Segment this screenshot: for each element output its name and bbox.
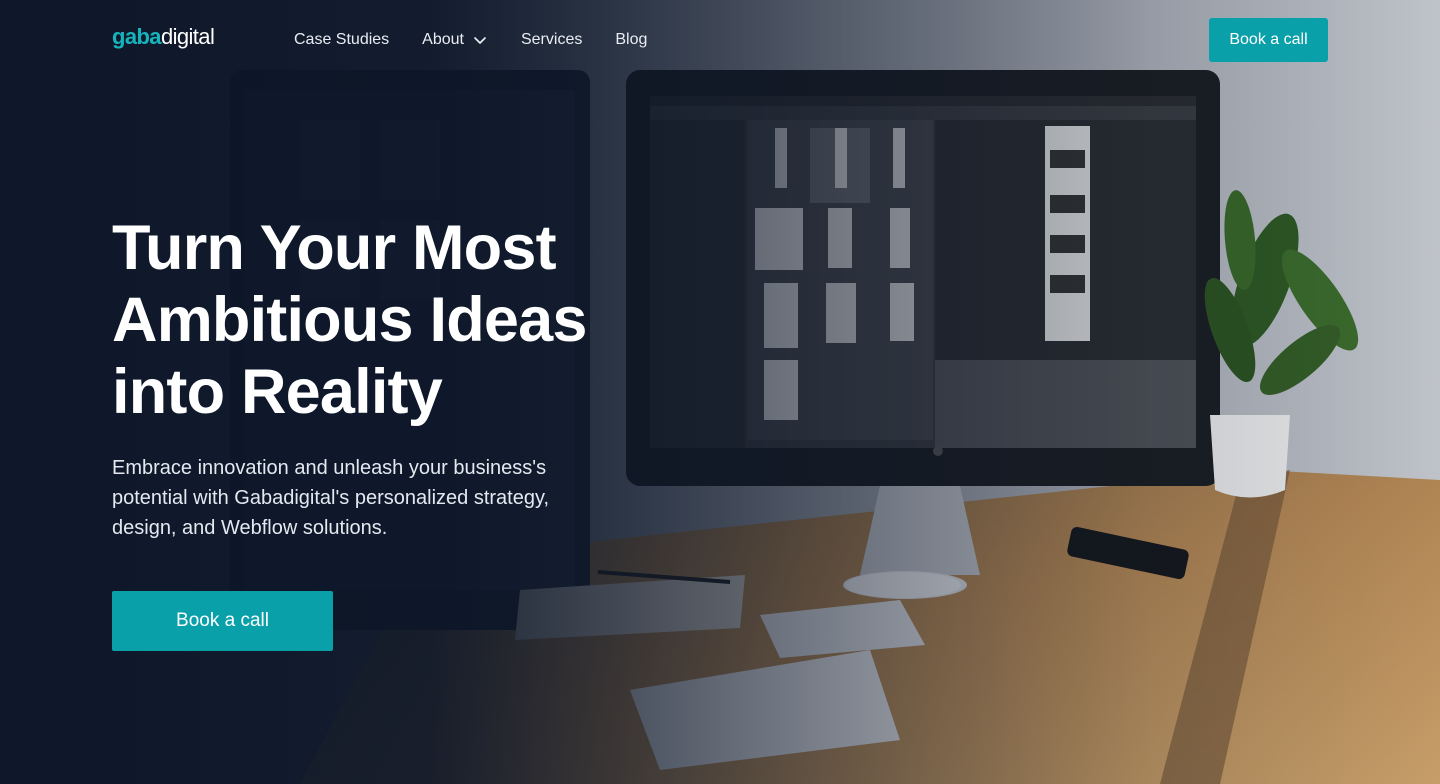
nav-link-case-studies[interactable]: Case Studies xyxy=(294,31,389,49)
nav-book-a-call-button[interactable]: Book a call xyxy=(1209,18,1328,62)
nav-link-label: Case Studies xyxy=(294,31,390,48)
top-navigation: gabadigital Case Studies About Services … xyxy=(0,0,1440,80)
nav-link-label: Services xyxy=(520,31,583,48)
nav-link-services[interactable]: Services xyxy=(521,31,582,49)
nav-link-about-dropdown[interactable]: About xyxy=(422,31,488,49)
logo-part-digital: digital xyxy=(160,24,215,49)
chevron-down-icon xyxy=(474,37,486,44)
nav-link-blog[interactable]: Blog xyxy=(615,31,647,49)
nav-link-label: Blog xyxy=(615,31,648,48)
nav-link-label: About xyxy=(422,31,464,48)
hero-book-a-call-button[interactable]: Book a call xyxy=(112,591,333,651)
nav-links: Case Studies About Services Blog xyxy=(294,28,680,52)
hero-headline: Turn Your Most Ambitious Ideas into Real… xyxy=(112,213,587,427)
logo-part-gaba: gaba xyxy=(112,24,162,49)
gabadigital-logo[interactable]: gabadigital xyxy=(112,24,215,50)
hero-subtext: Embrace innovation and unleash your busi… xyxy=(112,457,550,539)
